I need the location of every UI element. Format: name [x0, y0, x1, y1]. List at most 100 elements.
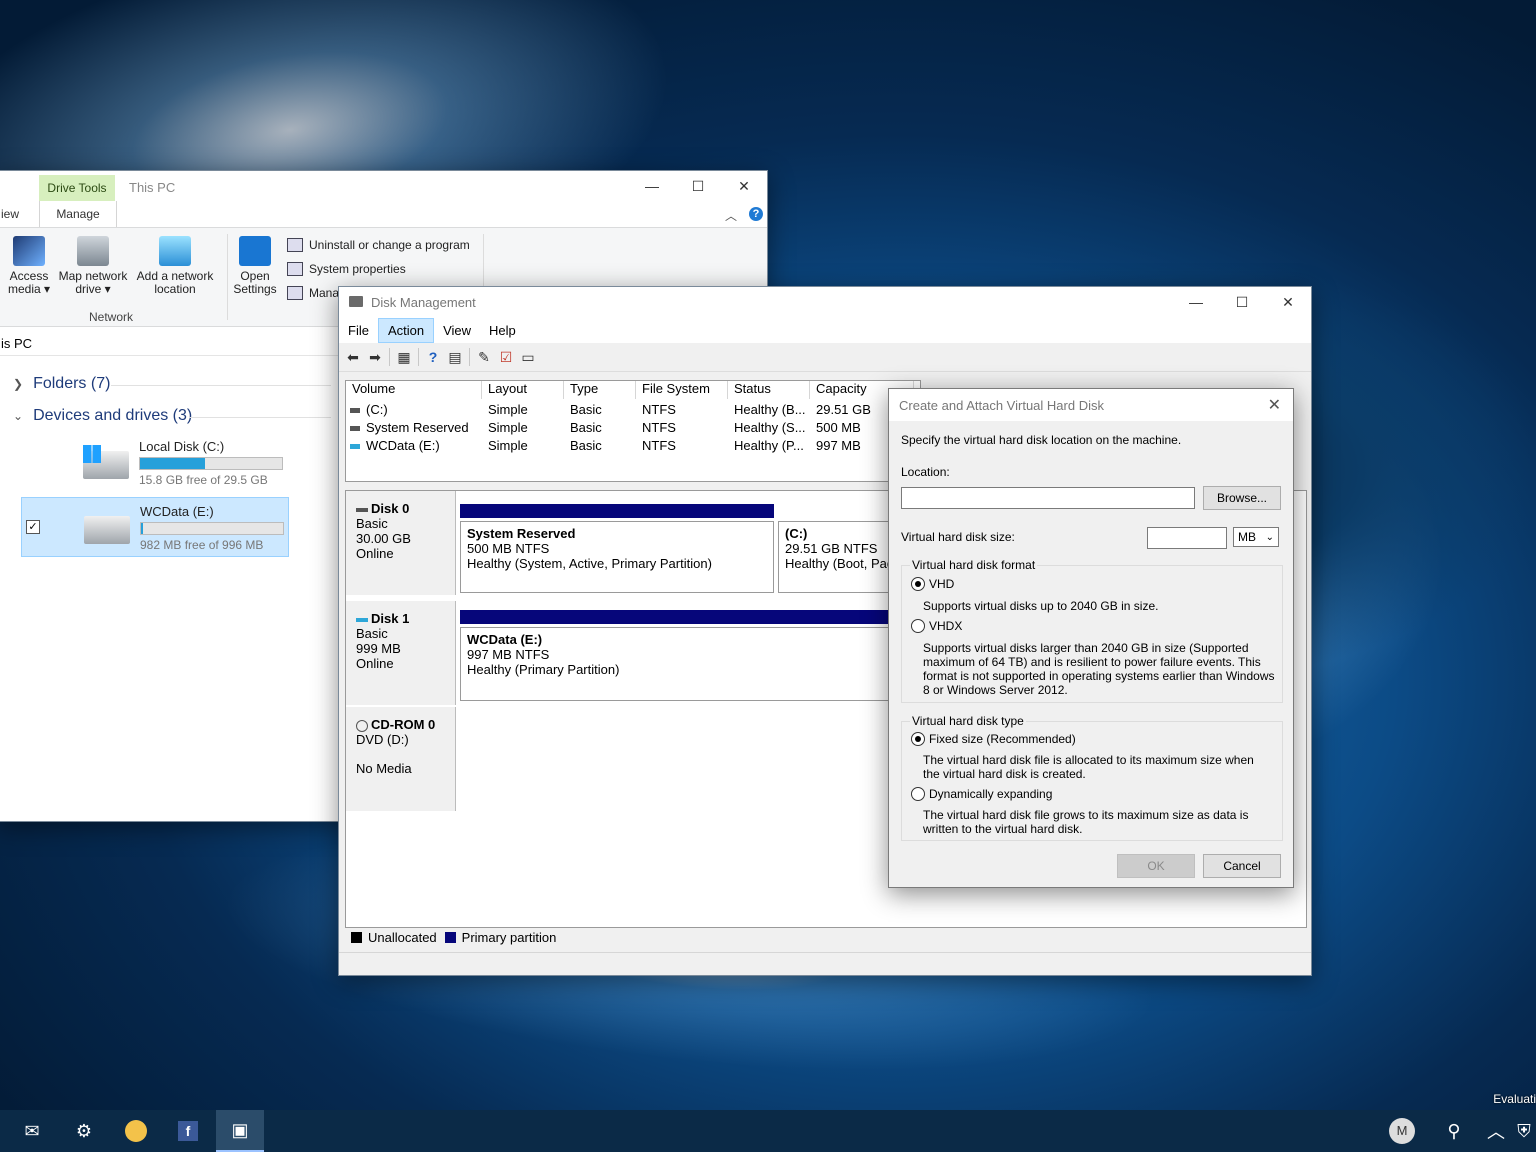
menu-help[interactable]: Help: [480, 319, 525, 342]
browse-button[interactable]: Browse...: [1203, 486, 1281, 510]
add-network-location-button[interactable]: Add a network location: [133, 236, 217, 296]
partition-c[interactable]: (C:) 29.51 GB NTFS Healthy (Boot, Pag: [778, 521, 904, 593]
back-arrow-icon[interactable]: ⬅: [345, 349, 361, 365]
toolbar: ⬅ ➡ ▦ ? ▤ ✎ ☑ ▭: [339, 343, 1311, 372]
dynamic-radio[interactable]: Dynamically expanding: [911, 787, 1052, 801]
avatar[interactable]: M: [1378, 1110, 1426, 1152]
drive-tile-c[interactable]: Local Disk (C:) 15.8 GB free of 29.5 GB: [21, 433, 287, 491]
vhd-radio[interactable]: VHD: [911, 577, 954, 591]
help-icon[interactable]: ?: [425, 349, 441, 365]
column-header[interactable]: Status: [728, 381, 810, 399]
dynamic-label: Dynamically expanding: [929, 787, 1053, 801]
check-icon[interactable]: ☑: [498, 349, 514, 365]
partition-status: Healthy (System, Active, Primary Partiti…: [467, 556, 712, 571]
size-unit-select[interactable]: MB ⌄: [1233, 527, 1279, 547]
manage-button[interactable]: Manag: [287, 286, 346, 300]
taskbar: ✉ ⚙ f ▣ M ⚲ ︿ ⛨: [0, 1110, 1536, 1152]
menu-view[interactable]: View: [434, 319, 480, 342]
forward-arrow-icon[interactable]: ➡: [367, 349, 383, 365]
radio-selected-icon: [911, 577, 925, 591]
mail-icon[interactable]: ✉: [8, 1110, 56, 1152]
people-icon[interactable]: ⚲: [1430, 1110, 1478, 1152]
access-media-button[interactable]: Access media ▾: [7, 236, 51, 296]
menu-file[interactable]: File: [339, 319, 378, 342]
table-row[interactable]: WCData (E:): [350, 438, 440, 453]
menu-action[interactable]: Action: [377, 317, 435, 343]
close-button[interactable]: ✕: [721, 171, 767, 201]
table-row[interactable]: (C:): [350, 402, 388, 417]
column-header[interactable]: Type: [564, 381, 636, 399]
help-icon[interactable]: ?: [749, 207, 763, 221]
partition-name: (C:): [785, 526, 808, 541]
drive-tile-e[interactable]: ✓ WCData (E:) 982 MB free of 996 MB: [21, 497, 289, 557]
ok-button[interactable]: OK: [1117, 854, 1195, 878]
chevron-down-icon: ⌄: [1265, 531, 1274, 543]
system-properties-button[interactable]: System properties: [287, 262, 406, 276]
folders-section[interactable]: ❯ Folders (7): [13, 375, 110, 393]
cell-layout: Simple: [488, 420, 528, 435]
tab-view[interactable]: iew: [1, 207, 19, 221]
disk-management-taskbar-icon[interactable]: ▣: [216, 1110, 264, 1152]
size-input[interactable]: [1147, 527, 1227, 549]
uninstall-program-label: Uninstall or change a program: [309, 238, 470, 252]
cancel-button[interactable]: Cancel: [1203, 854, 1281, 878]
system-properties-icon: [287, 262, 303, 276]
maximize-button[interactable]: ☐: [675, 171, 721, 201]
open-settings-button[interactable]: Open Settings: [231, 236, 279, 296]
disk-state: Online: [356, 656, 394, 671]
cdrom-0-info[interactable]: CD-ROM 0 DVD (D:) No Media: [346, 707, 456, 811]
disk-icon: [356, 617, 368, 622]
close-button[interactable]: ✕: [1265, 287, 1311, 317]
windows-logo-icon: [83, 445, 101, 463]
drive-name: Local Disk (C:): [139, 439, 225, 454]
column-header[interactable]: Volume: [346, 381, 482, 399]
connect-icon[interactable]: ✎: [476, 349, 492, 365]
location-input[interactable]: [901, 487, 1195, 509]
vhdx-radio[interactable]: VHDX: [911, 619, 962, 633]
tab-drive-tools[interactable]: Drive Tools: [39, 175, 115, 201]
maximize-button[interactable]: ☐: [1219, 287, 1265, 317]
ribbon-tabs: iew Drive Tools Manage This PC — ☐ ✕ ︿ ?: [0, 171, 767, 227]
list-icon[interactable]: ▭: [520, 349, 536, 365]
partition-status: Healthy (Boot, Pag: [785, 556, 895, 571]
settings-gear-icon[interactable]: ⚙: [60, 1110, 108, 1152]
fixed-size-label: Fixed size (Recommended): [929, 732, 1076, 746]
legend-primary: Primary partition: [461, 929, 557, 945]
system-properties-label: System properties: [309, 262, 406, 276]
minimize-button[interactable]: —: [629, 171, 675, 201]
gear-icon: [239, 236, 271, 266]
column-header[interactable]: File System: [636, 381, 728, 399]
tab-manage[interactable]: Manage: [39, 201, 117, 227]
minimize-button[interactable]: —: [1173, 287, 1219, 317]
devices-section[interactable]: ⌄ Devices and drives (3): [13, 407, 192, 425]
properties-icon[interactable]: ▤: [447, 349, 463, 365]
drive-free-space: 982 MB free of 996 MB: [140, 538, 264, 552]
access-media-label-2: media ▾: [7, 282, 51, 296]
uninstall-program-button[interactable]: Uninstall or change a program: [287, 238, 470, 252]
dynamic-description: The virtual hard disk file grows to its …: [923, 808, 1249, 836]
disk-0-info[interactable]: Disk 0 Basic 30.00 GB Online: [346, 491, 456, 595]
fixed-size-radio[interactable]: Fixed size (Recommended): [911, 732, 1076, 746]
table-row[interactable]: System Reserved: [350, 420, 469, 435]
fixed-size-description: The virtual hard disk file is allocated …: [923, 753, 1254, 781]
volume-list: Volume Layout Type File System Status Ca…: [345, 380, 921, 482]
collapse-ribbon-icon[interactable]: ︿: [725, 207, 737, 224]
map-network-drive-label-2: drive ▾: [75, 282, 111, 296]
window-controls: — ☐ ✕: [629, 171, 767, 201]
location-label: Location:: [901, 465, 950, 479]
close-icon[interactable]: ✕: [1268, 395, 1281, 415]
console-tree-icon[interactable]: ▦: [396, 349, 412, 365]
paint-icon[interactable]: [112, 1110, 160, 1152]
vhdx-label: VHDX: [929, 619, 963, 633]
facebook-icon[interactable]: f: [164, 1110, 212, 1152]
partition-wcdata[interactable]: WCData (E:) 997 MB NTFS Healthy (Primary…: [460, 610, 900, 701]
column-header[interactable]: Layout: [482, 381, 564, 399]
checkbox-icon[interactable]: ✓: [26, 520, 40, 534]
shield-icon[interactable]: ⛨: [1512, 1110, 1536, 1152]
partition-system-reserved[interactable]: System Reserved 500 MB NTFS Healthy (Sys…: [460, 504, 774, 593]
map-network-drive-button[interactable]: Map network drive ▾: [55, 236, 131, 296]
size-unit-value: MB: [1238, 530, 1256, 544]
disk-1-info[interactable]: Disk 1 Basic 999 MB Online: [346, 601, 456, 705]
folders-label: Folders (7): [33, 375, 111, 392]
cell-capacity: 29.51 GB: [816, 402, 871, 417]
